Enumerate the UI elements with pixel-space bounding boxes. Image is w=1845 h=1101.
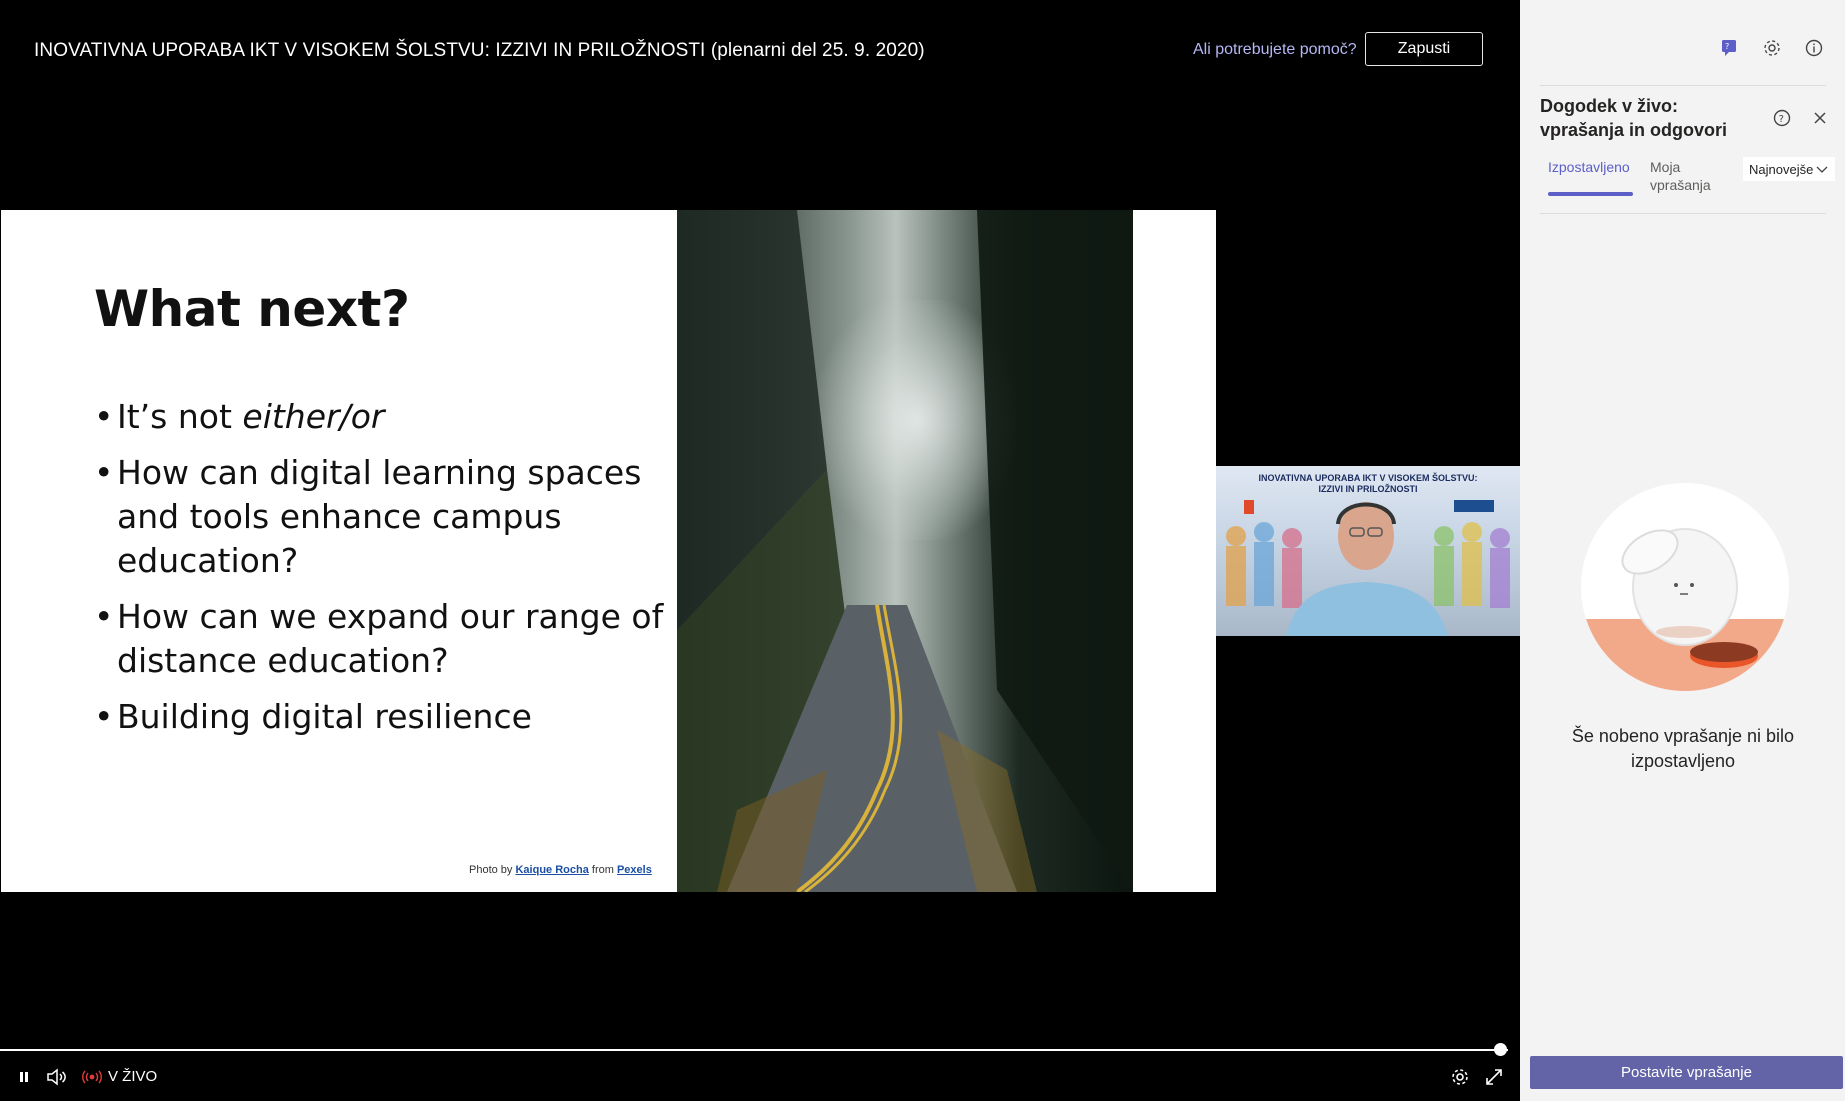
help-button[interactable]: ? bbox=[1772, 108, 1792, 133]
slide-bullet: It’s not either/or bbox=[94, 395, 664, 439]
volume-button[interactable] bbox=[46, 1057, 68, 1097]
qna-panel: ? Dogodek v živo: vprašanja in odgovori … bbox=[1520, 0, 1845, 1101]
slide-bullets: It’s not either/or How can digital learn… bbox=[94, 395, 664, 751]
photo-credit-mid: from bbox=[588, 864, 617, 876]
sort-dropdown[interactable]: Najnovejše bbox=[1743, 157, 1835, 181]
tab-featured[interactable]: Izpostavljeno bbox=[1548, 158, 1640, 176]
photo-credit-prefix: Photo by bbox=[469, 864, 516, 876]
chevron-down-icon bbox=[1816, 166, 1828, 173]
player-settings-button[interactable] bbox=[1450, 1057, 1470, 1097]
live-indicator-icon bbox=[82, 1070, 102, 1084]
info-icon bbox=[1805, 39, 1823, 57]
video-player[interactable]: INOVATIVNA UPORABA IKT V VISOKEM ŠOLSTVU… bbox=[0, 0, 1520, 1101]
panel-title: Dogodek v živo: vprašanja in odgovori bbox=[1540, 96, 1728, 140]
slide-bullet: How can digital learning spaces and tool… bbox=[94, 451, 664, 583]
progress-bar[interactable] bbox=[0, 1049, 1508, 1051]
close-panel-button[interactable] bbox=[1810, 108, 1830, 133]
svg-text:?: ? bbox=[1725, 42, 1729, 51]
live-label: V ŽIVO bbox=[108, 1068, 158, 1085]
slide-bullet-text: It’s not bbox=[117, 397, 243, 436]
panel-divider bbox=[1540, 85, 1826, 86]
slide-title: What next? bbox=[94, 280, 410, 338]
road-graphic bbox=[677, 210, 1133, 892]
pause-icon bbox=[20, 1072, 28, 1082]
live-event-window: INOVATIVNA UPORABA IKT V VISOKEM ŠOLSTVU… bbox=[0, 0, 1845, 1101]
ask-question-button[interactable]: Postavite vprašanje bbox=[1530, 1056, 1843, 1089]
svg-text:?: ? bbox=[1779, 114, 1784, 125]
empty-jar-illustration bbox=[1580, 482, 1790, 692]
help-circle-icon: ? bbox=[1773, 109, 1791, 127]
info-button[interactable] bbox=[1804, 38, 1824, 62]
empty-jar-icon bbox=[1581, 483, 1789, 691]
panel-divider bbox=[1540, 213, 1826, 214]
help-link[interactable]: Ali potrebujete pomoč? bbox=[1193, 41, 1357, 59]
event-title: INOVATIVNA UPORABA IKT V VISOKEM ŠOLSTVU… bbox=[34, 40, 925, 61]
settings-icon bbox=[1452, 1069, 1468, 1085]
live-indicator bbox=[82, 1057, 102, 1097]
slide-bullet: How can we expand our range of distance … bbox=[94, 595, 664, 683]
panel-settings-button[interactable] bbox=[1762, 38, 1782, 62]
empty-state-message: Še nobeno vprašanje ni bilo izpostavljen… bbox=[1571, 726, 1795, 771]
progress-thumb[interactable] bbox=[1494, 1043, 1507, 1056]
slide-bullet-emphasis: either/or bbox=[242, 397, 385, 436]
fullscreen-icon bbox=[1486, 1069, 1502, 1085]
photo-credit-source: Pexels bbox=[616, 864, 652, 876]
pause-button[interactable] bbox=[16, 1057, 32, 1097]
close-icon bbox=[1814, 112, 1826, 124]
qna-toggle-button[interactable]: ? bbox=[1720, 38, 1740, 62]
tab-my-questions[interactable]: Moja vprašanja bbox=[1650, 158, 1720, 194]
sort-dropdown-value: Najnovejše bbox=[1749, 161, 1814, 177]
forest-road-photo bbox=[677, 210, 1133, 892]
speaker-video: INOVATIVNA UPORABA IKT V VISOKEM ŠOLSTVU… bbox=[1216, 466, 1520, 636]
tab-underline bbox=[1548, 192, 1633, 196]
photo-credit: Photo by Kaique Rocha from Pexels bbox=[469, 864, 652, 876]
player-controls: V ŽIVO bbox=[0, 1056, 1520, 1101]
slide-bullet: Building digital resilience bbox=[94, 695, 664, 739]
photo-credit-author: Kaique Rocha bbox=[515, 864, 589, 876]
leave-button[interactable]: Zapusti bbox=[1365, 32, 1483, 66]
qna-icon: ? bbox=[1722, 40, 1736, 56]
gear-icon bbox=[1764, 40, 1780, 56]
player-header: INOVATIVNA UPORABA IKT V VISOKEM ŠOLSTVU… bbox=[0, 0, 1520, 100]
fullscreen-button[interactable] bbox=[1484, 1057, 1504, 1097]
volume-icon bbox=[47, 1068, 66, 1086]
presentation-slide: What next? It’s not either/or How can di… bbox=[1, 210, 1216, 892]
speaker-scene bbox=[1226, 500, 1510, 636]
